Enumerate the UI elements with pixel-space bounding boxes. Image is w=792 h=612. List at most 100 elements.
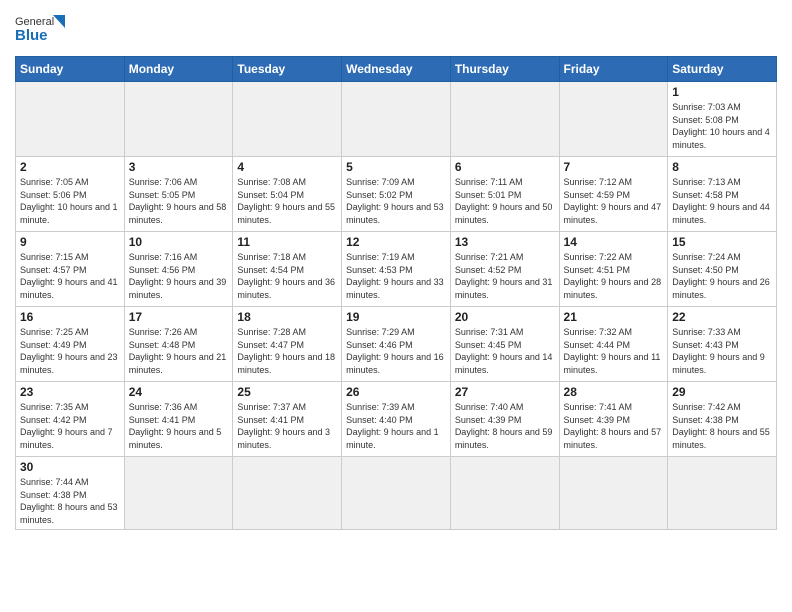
day-number: 7: [564, 160, 664, 174]
calendar-cell: [233, 82, 342, 157]
calendar-cell: [124, 82, 233, 157]
day-info: Sunrise: 7:42 AMSunset: 4:38 PMDaylight:…: [672, 401, 772, 451]
day-info: Sunrise: 7:19 AMSunset: 4:53 PMDaylight:…: [346, 251, 446, 301]
day-number: 21: [564, 310, 664, 324]
calendar-cell: 1Sunrise: 7:03 AMSunset: 5:08 PMDaylight…: [668, 82, 777, 157]
day-number: 16: [20, 310, 120, 324]
calendar-cell: 18Sunrise: 7:28 AMSunset: 4:47 PMDayligh…: [233, 307, 342, 382]
day-number: 2: [20, 160, 120, 174]
calendar-week-6: 30 Sunrise: 7:44 AMSunset: 4:38 PMDayligh…: [16, 457, 777, 530]
day-number: 30: [20, 460, 120, 474]
day-number: 12: [346, 235, 446, 249]
day-info: Sunrise: 7:22 AMSunset: 4:51 PMDaylight:…: [564, 251, 664, 301]
header-friday: Friday: [559, 57, 668, 82]
day-number: 13: [455, 235, 555, 249]
day-info: Sunrise: 7:44 AMSunset: 4:38 PMDaylight:…: [20, 476, 120, 526]
day-number: 29: [672, 385, 772, 399]
day-info: Sunrise: 7:05 AMSunset: 5:06 PMDaylight:…: [20, 176, 120, 226]
header-saturday: Saturday: [668, 57, 777, 82]
calendar-cell: 17 Sunrise: 7:26 AMSunset: 4:48 PMDayligh…: [124, 307, 233, 382]
day-info: Sunrise: 7:03 AMSunset: 5:08 PMDaylight:…: [672, 101, 772, 151]
calendar-cell: [450, 457, 559, 530]
calendar-cell: 21 Sunrise: 7:32 AMSunset: 4:44 PMDayligh…: [559, 307, 668, 382]
calendar-cell: 12 Sunrise: 7:19 AMSunset: 4:53 PMDayligh…: [342, 232, 451, 307]
calendar-cell: [124, 457, 233, 530]
calendar-cell: 6 Sunrise: 7:11 AMSunset: 5:01 PMDaylight…: [450, 157, 559, 232]
calendar-cell: 5Sunrise: 7:09 AMSunset: 5:02 PMDaylight…: [342, 157, 451, 232]
day-info: Sunrise: 7:15 AMSunset: 4:57 PMDaylight:…: [20, 251, 120, 301]
day-info: Sunrise: 7:13 AMSunset: 4:58 PMDaylight:…: [672, 176, 772, 226]
calendar-cell: 9 Sunrise: 7:15 AMSunset: 4:57 PMDaylight…: [16, 232, 125, 307]
calendar-week-1: 1Sunrise: 7:03 AMSunset: 5:08 PMDaylight…: [16, 82, 777, 157]
day-number: 3: [129, 160, 229, 174]
calendar-cell: 30 Sunrise: 7:44 AMSunset: 4:38 PMDayligh…: [16, 457, 125, 530]
calendar-cell: 8 Sunrise: 7:13 AMSunset: 4:58 PMDaylight…: [668, 157, 777, 232]
header-sunday: Sunday: [16, 57, 125, 82]
calendar-cell: 22Sunrise: 7:33 AMSunset: 4:43 PMDayligh…: [668, 307, 777, 382]
logo-image: General Blue: [15, 10, 65, 48]
day-info: Sunrise: 7:11 AMSunset: 5:01 PMDaylight:…: [455, 176, 555, 226]
day-number: 4: [237, 160, 337, 174]
day-info: Sunrise: 7:40 AMSunset: 4:39 PMDaylight:…: [455, 401, 555, 451]
calendar-cell: 28Sunrise: 7:41 AMSunset: 4:39 PMDayligh…: [559, 382, 668, 457]
day-number: 6: [455, 160, 555, 174]
day-number: 15: [672, 235, 772, 249]
day-info: Sunrise: 7:24 AMSunset: 4:50 PMDaylight:…: [672, 251, 772, 301]
day-info: Sunrise: 7:37 AMSunset: 4:41 PMDaylight:…: [237, 401, 337, 451]
calendar-week-4: 16 Sunrise: 7:25 AMSunset: 4:49 PMDayligh…: [16, 307, 777, 382]
header-monday: Monday: [124, 57, 233, 82]
calendar-cell: [450, 82, 559, 157]
day-number: 20: [455, 310, 555, 324]
calendar-cell: 14 Sunrise: 7:22 AMSunset: 4:51 PMDayligh…: [559, 232, 668, 307]
calendar-cell: 13 Sunrise: 7:21 AMSunset: 4:52 PMDayligh…: [450, 232, 559, 307]
day-number: 17: [129, 310, 229, 324]
day-number: 25: [237, 385, 337, 399]
calendar-week-3: 9 Sunrise: 7:15 AMSunset: 4:57 PMDaylight…: [16, 232, 777, 307]
day-info: Sunrise: 7:09 AMSunset: 5:02 PMDaylight:…: [346, 176, 446, 226]
day-info: Sunrise: 7:25 AMSunset: 4:49 PMDaylight:…: [20, 326, 120, 376]
calendar-week-5: 23 Sunrise: 7:35 AMSunset: 4:42 PMDayligh…: [16, 382, 777, 457]
day-number: 8: [672, 160, 772, 174]
day-info: Sunrise: 7:08 AMSunset: 5:04 PMDaylight:…: [237, 176, 337, 226]
day-info: Sunrise: 7:06 AMSunset: 5:05 PMDaylight:…: [129, 176, 229, 226]
calendar-cell: [559, 457, 668, 530]
day-info: Sunrise: 7:18 AMSunset: 4:54 PMDaylight:…: [237, 251, 337, 301]
calendar-cell: [16, 82, 125, 157]
day-number: 14: [564, 235, 664, 249]
day-number: 9: [20, 235, 120, 249]
calendar-cell: 7Sunrise: 7:12 AMSunset: 4:59 PMDaylight…: [559, 157, 668, 232]
calendar-cell: 10Sunrise: 7:16 AMSunset: 4:56 PMDayligh…: [124, 232, 233, 307]
svg-text:Blue: Blue: [15, 27, 48, 44]
calendar-header-row: SundayMondayTuesdayWednesdayThursdayFrid…: [16, 57, 777, 82]
calendar-cell: [342, 457, 451, 530]
day-info: Sunrise: 7:16 AMSunset: 4:56 PMDaylight:…: [129, 251, 229, 301]
day-number: 27: [455, 385, 555, 399]
calendar-cell: [342, 82, 451, 157]
calendar-cell: 2 Sunrise: 7:05 AMSunset: 5:06 PMDaylight…: [16, 157, 125, 232]
calendar-cell: [668, 457, 777, 530]
day-info: Sunrise: 7:32 AMSunset: 4:44 PMDaylight:…: [564, 326, 664, 376]
header-wednesday: Wednesday: [342, 57, 451, 82]
day-info: Sunrise: 7:33 AMSunset: 4:43 PMDaylight:…: [672, 326, 772, 376]
page: General Blue SundayMondayTuesdayWednesda…: [0, 0, 792, 612]
day-info: Sunrise: 7:35 AMSunset: 4:42 PMDaylight:…: [20, 401, 120, 451]
calendar-week-2: 2 Sunrise: 7:05 AMSunset: 5:06 PMDaylight…: [16, 157, 777, 232]
calendar-cell: 4 Sunrise: 7:08 AMSunset: 5:04 PMDaylight…: [233, 157, 342, 232]
calendar-cell: 3 Sunrise: 7:06 AMSunset: 5:05 PMDaylight…: [124, 157, 233, 232]
day-info: Sunrise: 7:26 AMSunset: 4:48 PMDaylight:…: [129, 326, 229, 376]
header: General Blue: [15, 10, 777, 48]
calendar-cell: 15 Sunrise: 7:24 AMSunset: 4:50 PMDayligh…: [668, 232, 777, 307]
day-number: 26: [346, 385, 446, 399]
day-info: Sunrise: 7:28 AMSunset: 4:47 PMDaylight:…: [237, 326, 337, 376]
calendar-cell: 19 Sunrise: 7:29 AMSunset: 4:46 PMDayligh…: [342, 307, 451, 382]
day-number: 19: [346, 310, 446, 324]
header-tuesday: Tuesday: [233, 57, 342, 82]
day-number: 23: [20, 385, 120, 399]
day-info: Sunrise: 7:21 AMSunset: 4:52 PMDaylight:…: [455, 251, 555, 301]
calendar-cell: 25 Sunrise: 7:37 AMSunset: 4:41 PMDayligh…: [233, 382, 342, 457]
day-info: Sunrise: 7:29 AMSunset: 4:46 PMDaylight:…: [346, 326, 446, 376]
calendar-cell: 29 Sunrise: 7:42 AMSunset: 4:38 PMDayligh…: [668, 382, 777, 457]
calendar-cell: [559, 82, 668, 157]
day-info: Sunrise: 7:39 AMSunset: 4:40 PMDaylight:…: [346, 401, 446, 451]
calendar-cell: 23 Sunrise: 7:35 AMSunset: 4:42 PMDayligh…: [16, 382, 125, 457]
